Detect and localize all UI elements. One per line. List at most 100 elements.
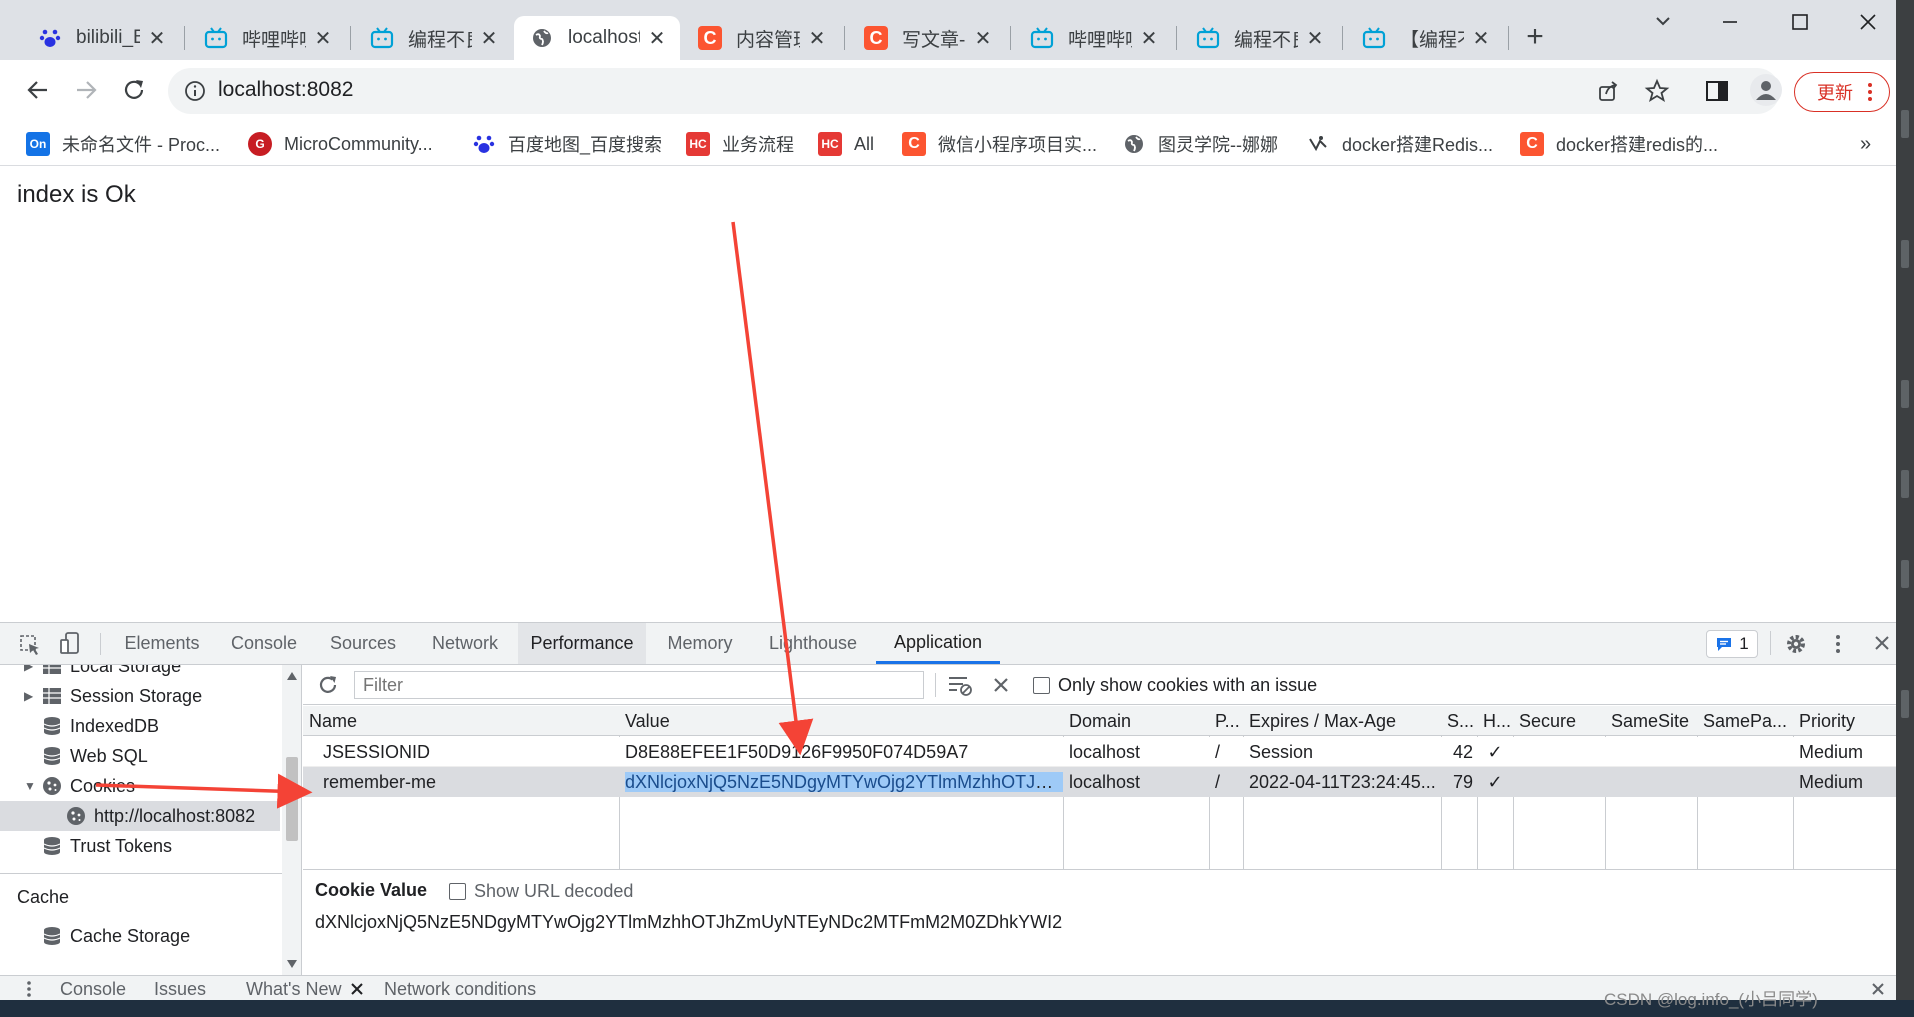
new-tab-button[interactable]: + xyxy=(1520,22,1550,54)
tab-performance[interactable]: Performance xyxy=(518,623,646,664)
tab-memory[interactable]: Memory xyxy=(652,623,748,664)
sidebar-scrollbar[interactable] xyxy=(282,665,301,975)
column-header-value[interactable]: Value xyxy=(619,706,1063,736)
close-drawer-icon[interactable] xyxy=(1870,981,1886,997)
bookmark-item[interactable]: 百度地图_百度搜索 xyxy=(472,128,662,160)
bookmark-item[interactable]: HC All xyxy=(818,128,874,160)
close-icon[interactable]: ✕ xyxy=(972,27,994,50)
close-icon[interactable]: ✕ xyxy=(646,27,668,50)
profile-avatar-icon[interactable] xyxy=(1750,74,1782,106)
filter-input[interactable] xyxy=(354,671,924,699)
tab-localhost[interactable]: localhost ✕ xyxy=(514,16,680,60)
checkbox-box[interactable] xyxy=(449,882,466,900)
close-icon[interactable]: ✕ xyxy=(146,27,168,50)
expand-triangle-icon[interactable]: ▶ xyxy=(24,689,38,703)
clear-filtered-icon[interactable] xyxy=(947,673,973,697)
column-header-secure[interactable]: Secure xyxy=(1513,706,1605,736)
column-header-samesite[interactable]: SameSite xyxy=(1605,706,1697,736)
bookmark-item[interactable]: C 微信小程序项目实... xyxy=(902,128,1097,160)
update-button[interactable]: 更新 xyxy=(1794,72,1890,112)
close-icon[interactable]: ✕ xyxy=(1470,27,1492,50)
maximize-icon[interactable] xyxy=(1788,10,1812,34)
table-row[interactable]: JSESSIONID D8E88EFEE1F50D9126F9950F074D5… xyxy=(303,737,1896,767)
side-panel-icon[interactable] xyxy=(1704,78,1730,104)
sidebar-item-cookie-origin[interactable]: http://localhost:8082 xyxy=(0,801,280,831)
drawer-tab-console[interactable]: Console xyxy=(60,976,126,1002)
more-vert-icon[interactable] xyxy=(1834,632,1842,656)
expand-triangle-icon[interactable]: ▶ xyxy=(24,665,38,673)
clear-all-icon[interactable] xyxy=(991,675,1011,695)
tab-bilibili-5[interactable]: 编程不良 ✕ xyxy=(1180,16,1338,60)
tab-csdn-content[interactable]: C 内容管理 ✕ xyxy=(682,16,840,60)
bookmark-item[interactable]: G MicroCommunity... xyxy=(248,128,433,160)
window-close-icon[interactable] xyxy=(1856,10,1880,34)
tab-elements[interactable]: Elements xyxy=(112,623,212,664)
tab-bilibili-4[interactable]: 哔哩哔哩 ✕ xyxy=(1014,16,1172,60)
column-header-sameparty[interactable]: SamePa... xyxy=(1697,706,1793,736)
inspect-element-icon[interactable] xyxy=(18,633,42,657)
info-icon[interactable] xyxy=(184,80,206,102)
sidebar-item-local-storage[interactable]: ▶ Local Storage xyxy=(0,665,280,681)
bookmarks-overflow-button[interactable]: » xyxy=(1860,128,1871,160)
back-icon[interactable] xyxy=(24,76,52,104)
refresh-icon[interactable] xyxy=(317,674,339,696)
tab-bilibili[interactable]: bilibili_B ✕ xyxy=(22,16,180,60)
close-icon[interactable]: ✕ xyxy=(312,27,334,50)
only-show-issue-checkbox[interactable]: Only show cookies with an issue xyxy=(1033,671,1317,699)
close-icon[interactable]: ✕ xyxy=(806,27,828,50)
tab-bilibili-2[interactable]: 哔哩哔哩 ✕ xyxy=(188,16,346,60)
bookmark-item[interactable]: 图灵学院--娜娜 xyxy=(1122,128,1278,160)
reload-icon[interactable] xyxy=(120,76,148,104)
bookmark-item[interactable]: On 未命名文件 - Proc... xyxy=(26,128,220,160)
scroll-up-arrow-icon[interactable] xyxy=(286,671,298,681)
drawer-menu-icon[interactable] xyxy=(26,980,32,998)
sidebar-item-session-storage[interactable]: ▶ Session Storage xyxy=(0,681,280,711)
column-header-domain[interactable]: Domain xyxy=(1063,706,1209,736)
column-header-size[interactable]: S... xyxy=(1441,706,1477,736)
drawer-tab-network-conditions[interactable]: Network conditions xyxy=(384,976,536,1002)
issues-badge[interactable]: 1 xyxy=(1706,630,1758,658)
share-icon[interactable] xyxy=(1596,79,1620,103)
address-bar[interactable]: localhost:8082 xyxy=(168,68,1780,114)
column-header-httponly[interactable]: H... xyxy=(1477,706,1513,736)
column-header-expires[interactable]: Expires / Max-Age xyxy=(1243,706,1441,736)
column-header-path[interactable]: P... xyxy=(1209,706,1243,736)
column-header-name[interactable]: Name xyxy=(303,706,619,736)
close-icon[interactable] xyxy=(350,982,364,996)
sidebar-item-indexeddb[interactable]: IndexedDB xyxy=(0,711,280,741)
settings-gear-icon[interactable] xyxy=(1784,632,1808,656)
scroll-down-arrow-icon[interactable] xyxy=(286,959,298,969)
minimize-icon[interactable] xyxy=(1718,10,1742,34)
close-icon[interactable]: ✕ xyxy=(478,27,500,50)
bookmark-item[interactable]: HC 业务流程 xyxy=(686,128,794,160)
checkbox-box[interactable] xyxy=(1033,676,1050,694)
close-icon[interactable]: ✕ xyxy=(1138,27,1160,50)
drawer-tab-whats-new[interactable]: What's New xyxy=(246,976,341,1002)
close-devtools-icon[interactable] xyxy=(1872,633,1892,653)
sidebar-item-web-sql[interactable]: Web SQL xyxy=(0,741,280,771)
sidebar-item-trust-tokens[interactable]: Trust Tokens xyxy=(0,831,280,861)
show-url-decoded-checkbox[interactable]: Show URL decoded xyxy=(449,878,633,904)
tab-lighthouse[interactable]: Lighthouse xyxy=(756,623,870,664)
tab-network[interactable]: Network xyxy=(416,623,514,664)
tab-console[interactable]: Console xyxy=(220,623,308,664)
cookie-value-text[interactable]: dXNlcjoxNjQ5NzE5NDgyMTYwOjg2YTlmMzhhOTJh… xyxy=(315,912,1062,933)
tab-bilibili-6[interactable]: 【编程不 ✕ xyxy=(1346,16,1504,60)
bookmark-item[interactable]: docker搭建Redis... xyxy=(1306,128,1493,160)
bookmark-star-icon[interactable] xyxy=(1644,78,1670,104)
tab-application[interactable]: Application xyxy=(876,623,1000,664)
sidebar-item-cookies[interactable]: ▼ Cookies xyxy=(0,771,280,801)
tab-search-icon[interactable] xyxy=(1652,10,1674,32)
forward-icon[interactable] xyxy=(72,76,100,104)
tab-sources[interactable]: Sources xyxy=(318,623,408,664)
tab-csdn-write[interactable]: C 写文章-C ✕ xyxy=(848,16,1006,60)
bookmark-item[interactable]: Cdocker搭建redis的... xyxy=(1520,128,1718,160)
scrollbar-thumb[interactable] xyxy=(286,757,298,841)
drawer-tab-issues[interactable]: Issues xyxy=(154,976,206,1002)
sidebar-item-cache-storage[interactable]: Cache Storage xyxy=(0,921,280,951)
collapse-triangle-icon[interactable]: ▼ xyxy=(24,779,38,793)
device-toolbar-icon[interactable] xyxy=(58,631,82,657)
tab-bilibili-3[interactable]: 编程不良 ✕ xyxy=(354,16,512,60)
table-row-selected[interactable]: remember-me dXNlcjoxNjQ5NzE5NDgyMTYwOjg2… xyxy=(303,767,1896,797)
column-header-priority[interactable]: Priority xyxy=(1793,706,1896,736)
